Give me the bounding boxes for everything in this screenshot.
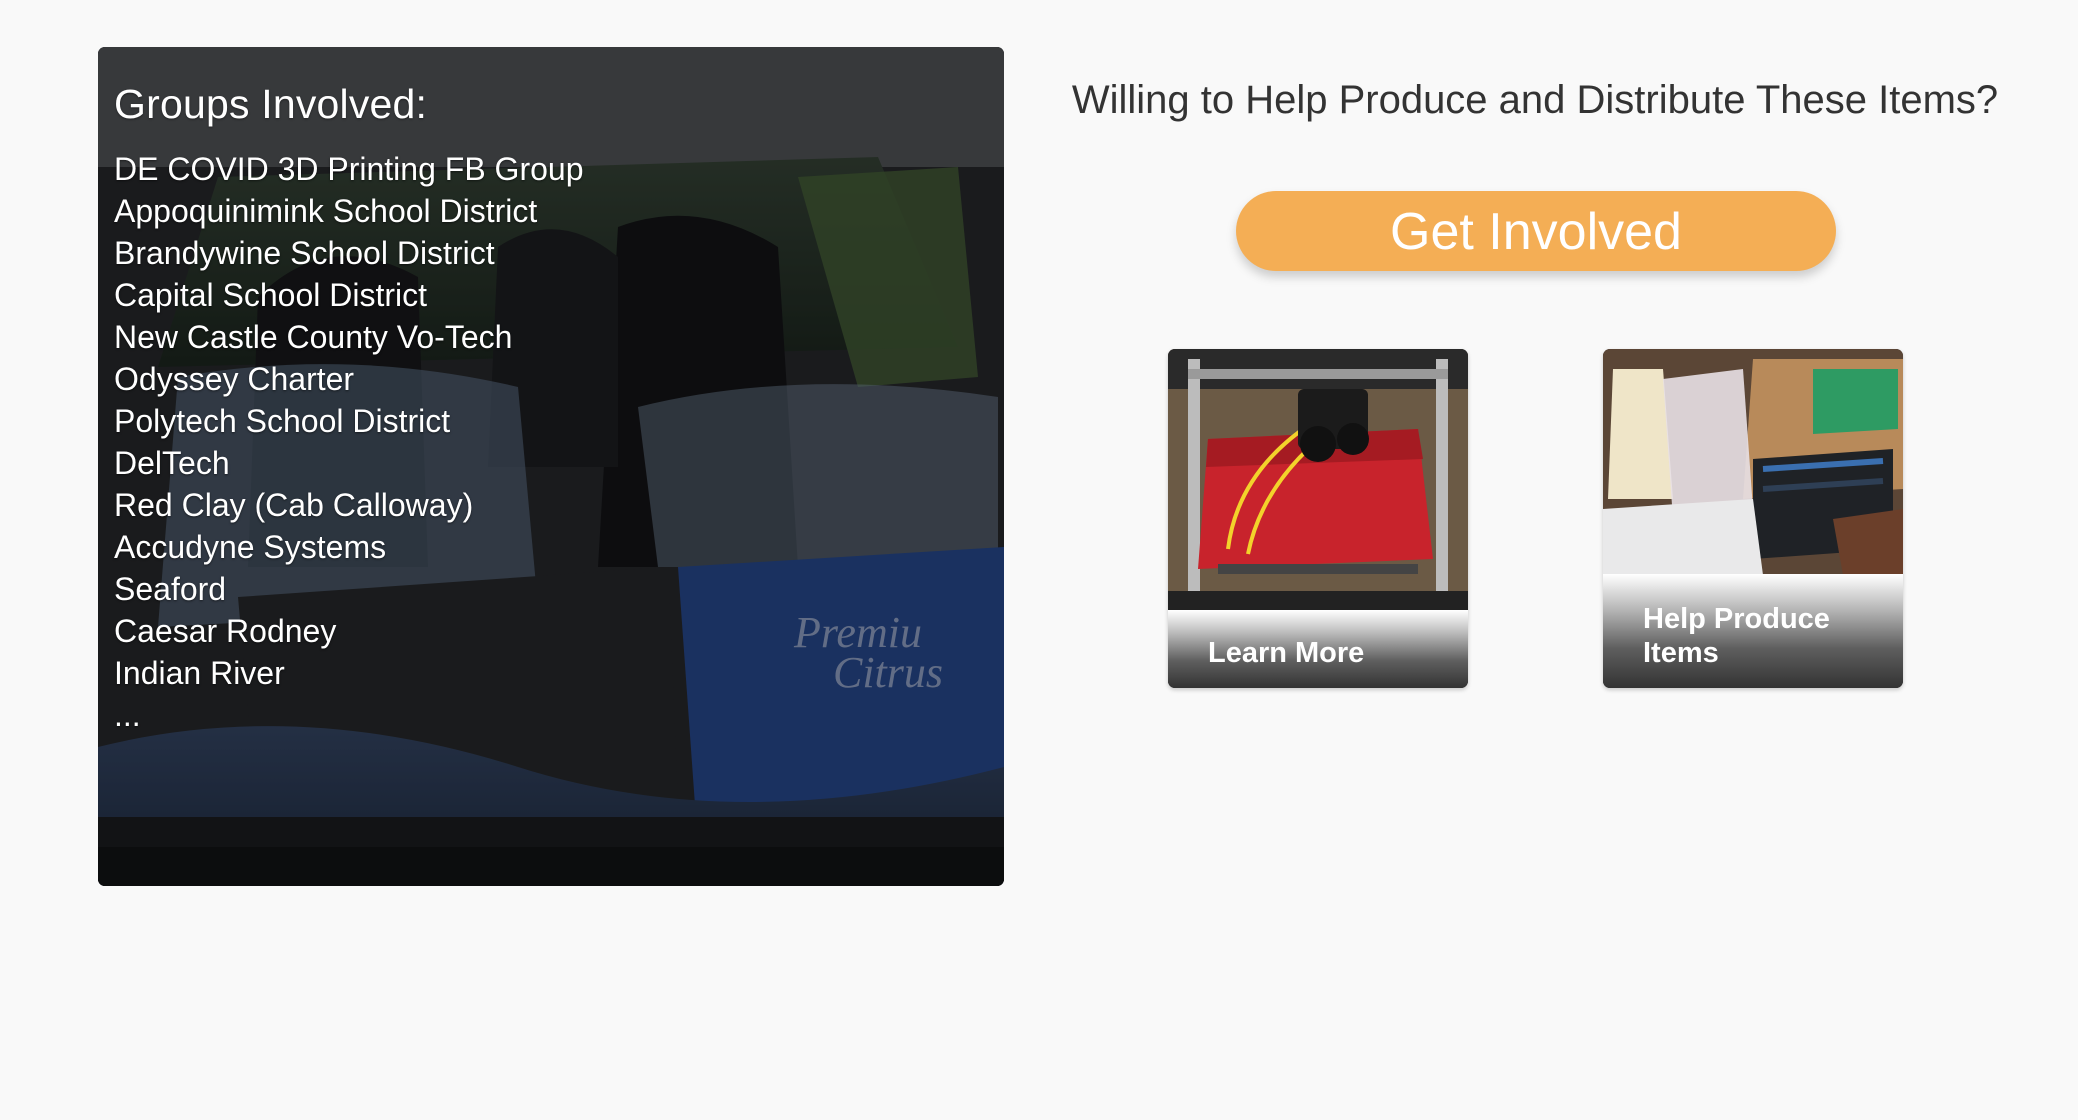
- group-item: Indian River: [114, 655, 285, 691]
- group-item: Caesar Rodney: [114, 613, 337, 649]
- learn-more-label-bar: Learn More: [1168, 610, 1468, 688]
- group-item: Polytech School District: [114, 403, 451, 439]
- page: Premiu Citrus Groups Involved: DE COVID …: [0, 0, 2078, 1120]
- 3d-printer-photo: [1168, 349, 1468, 591]
- learn-more-card[interactable]: Learn More: [1168, 349, 1468, 688]
- cta-question: Willing to Help Produce and Distribute T…: [1071, 78, 1999, 122]
- get-involved-button[interactable]: Get Involved: [1236, 191, 1836, 271]
- help-produce-label: Help Produce Items: [1643, 603, 1830, 669]
- group-item: Seaford: [114, 571, 227, 607]
- learn-more-label: Learn More: [1208, 637, 1365, 669]
- group-item: New Castle County Vo-Tech: [114, 319, 513, 355]
- group-item: Red Clay (Cab Calloway): [114, 487, 474, 523]
- help-produce-card[interactable]: Help Produce Items: [1603, 349, 1903, 688]
- group-item: DE COVID 3D Printing FB Group: [114, 151, 584, 187]
- group-item: Capital School District: [114, 277, 427, 313]
- supplies-box-photo: [1603, 349, 1903, 575]
- groups-photo-panel: Premiu Citrus Groups Involved: DE COVID …: [98, 47, 1004, 886]
- group-item: DelTech: [114, 445, 230, 481]
- group-item: Odyssey Charter: [114, 361, 355, 397]
- group-item-ellipsis: ...: [114, 697, 141, 733]
- group-item: Brandywine School District: [114, 235, 495, 271]
- groups-list: DE COVID 3D Printing FB Group Appoquinim…: [114, 148, 988, 736]
- help-produce-label-bar: Help Produce Items: [1603, 574, 1903, 688]
- group-item: Accudyne Systems: [114, 529, 387, 565]
- groups-title: Groups Involved:: [114, 81, 428, 127]
- groups-content: Groups Involved: DE COVID 3D Printing FB…: [114, 81, 988, 736]
- group-item: Appoquinimink School District: [114, 193, 538, 229]
